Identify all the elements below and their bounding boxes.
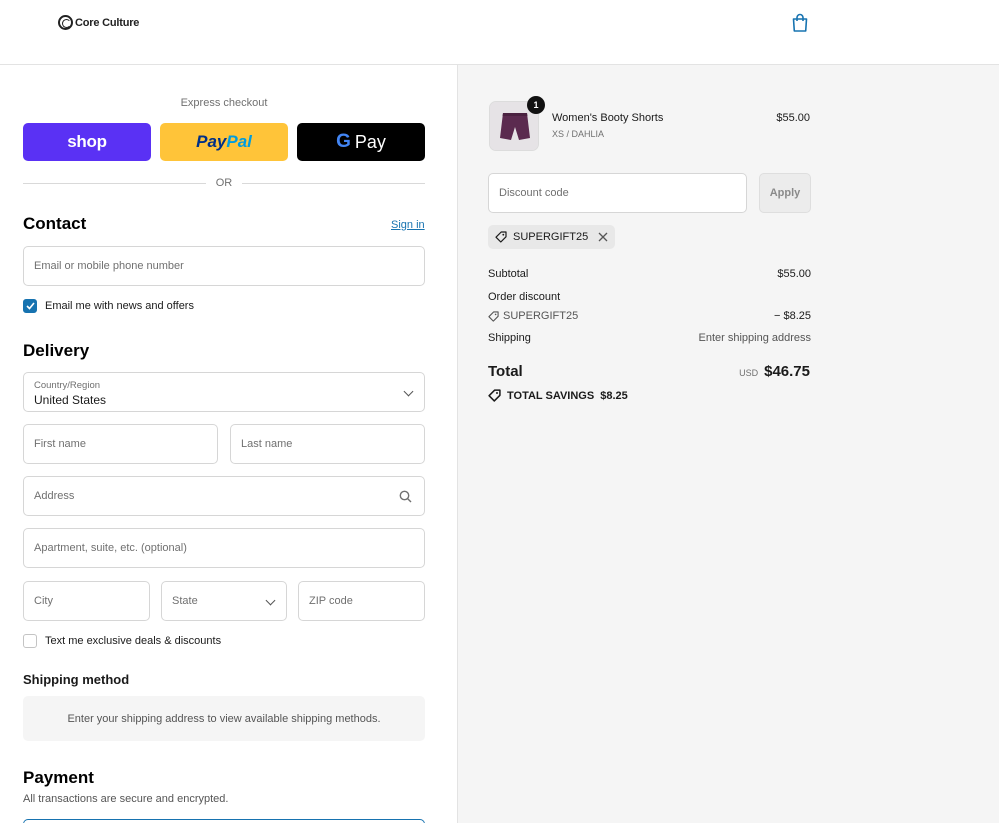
order-discount-label: Order discount — [488, 291, 561, 303]
total-currency: USD — [739, 368, 759, 378]
apartment-field[interactable]: Apartment, suite, etc. (optional) — [23, 528, 425, 568]
sms-label: Text me exclusive deals & discounts — [45, 635, 222, 647]
chevron-down-icon — [403, 386, 414, 397]
product-price: $55.00 — [776, 112, 810, 124]
email-placeholder: Email or mobile phone number — [34, 260, 184, 272]
city-placeholder: City — [34, 595, 53, 607]
state-select[interactable]: State — [161, 581, 287, 621]
google-pay-button[interactable]: G Pay — [297, 123, 425, 161]
subtotal-label: Subtotal — [488, 268, 529, 280]
country-label: Country/Region — [34, 380, 101, 391]
payment-title: Payment — [23, 768, 94, 787]
paypal-button[interactable]: Pay Pal — [160, 123, 288, 161]
or-label: OR — [215, 177, 233, 189]
paypal-label-pal: Pal — [226, 132, 252, 151]
remove-discount-icon[interactable] — [598, 232, 608, 242]
subtotal-row: Subtotal $55.00 — [488, 268, 811, 280]
discount-amount: − $8.25 — [773, 310, 811, 322]
payment-subtitle: All transactions are secure and encrypte… — [23, 793, 229, 805]
delivery-title: Delivery — [23, 341, 90, 360]
newsletter-checkbox-row[interactable]: Email me with news and offers — [23, 299, 194, 313]
savings-tag-icon — [488, 389, 501, 402]
or-divider: OR — [23, 176, 425, 190]
address-field[interactable]: Address — [23, 476, 425, 516]
shopping-bag-icon[interactable] — [791, 13, 809, 33]
shipping-method-title: Shipping method — [23, 672, 130, 687]
sms-checkbox[interactable] — [23, 634, 37, 648]
check-icon — [25, 302, 35, 310]
quantity-badge: 1 — [527, 96, 545, 114]
total-label: Total — [488, 363, 523, 380]
applied-code-label: SUPERGIFT25 — [513, 231, 589, 243]
order-summary: 1 Women's Booty Shorts XS / DAHLIA $55.0… — [457, 65, 999, 823]
last-name-field[interactable]: Last name — [230, 424, 425, 464]
address-placeholder: Address — [34, 490, 75, 502]
country-value: United States — [34, 393, 107, 407]
savings-value: $8.25 — [600, 389, 628, 402]
product-name: Women's Booty Shorts — [552, 112, 664, 124]
email-field[interactable]: Email or mobile phone number — [23, 246, 425, 286]
state-placeholder: State — [172, 595, 198, 607]
apply-label: Apply — [769, 187, 801, 199]
order-discount-row: Order discount — [488, 291, 811, 303]
google-pay-label: Pay — [354, 131, 386, 152]
logo-mark-icon — [58, 15, 73, 30]
first-name-placeholder: First name — [34, 438, 86, 450]
apply-discount-button[interactable]: Apply — [759, 173, 811, 213]
city-field[interactable]: City — [23, 581, 150, 621]
zip-placeholder: ZIP code — [309, 595, 353, 607]
payment-method-box[interactable] — [23, 819, 425, 823]
shop-pay-button[interactable]: shop — [23, 123, 151, 161]
total-savings-row: TOTAL SAVINGS $8.25 — [488, 389, 628, 402]
tag-icon — [488, 310, 499, 322]
total-amount: USD $46.75 — [739, 363, 810, 380]
applied-discount-chip: SUPERGIFT25 — [488, 225, 616, 249]
first-name-field[interactable]: First name — [23, 424, 218, 464]
express-checkout-label: Express checkout — [180, 97, 268, 109]
search-icon — [399, 490, 412, 503]
contact-title: Contact — [23, 214, 87, 233]
shipping-row: Shipping Enter shipping address — [488, 332, 811, 344]
zip-field[interactable]: ZIP code — [298, 581, 425, 621]
top-header: Core Culture — [0, 0, 999, 65]
country-select[interactable]: Country/Region United States — [23, 372, 425, 412]
paypal-label-pay: Pay — [196, 132, 227, 151]
discount-code-placeholder: Discount code — [499, 187, 569, 199]
google-g-icon: G — [336, 131, 351, 152]
sms-checkbox-row[interactable]: Text me exclusive deals & discounts — [23, 634, 221, 648]
shipping-value: Enter shipping address — [698, 332, 811, 344]
total-value: $46.75 — [764, 363, 810, 380]
sign-in-link[interactable]: Sign in — [391, 219, 425, 231]
checkout-form: Express checkout shop Pay Pal G Pay OR Co… — [0, 65, 457, 823]
tag-icon — [495, 231, 507, 243]
newsletter-label: Email me with news and offers — [45, 300, 194, 312]
savings-label: TOTAL SAVINGS — [507, 389, 595, 402]
shipping-method-notice: Enter your shipping address to view avai… — [23, 696, 425, 741]
discount-code-field[interactable]: Discount code — [488, 173, 747, 213]
newsletter-checkbox[interactable] — [23, 299, 37, 313]
discount-code-name: SUPERGIFT25 — [503, 310, 579, 322]
shipping-label: Shipping — [488, 332, 531, 344]
discount-code-row: SUPERGIFT25 − $8.25 — [488, 310, 811, 322]
last-name-placeholder: Last name — [241, 438, 293, 450]
shipping-method-message: Enter your shipping address to view avai… — [67, 712, 381, 725]
apartment-placeholder: Apartment, suite, etc. (optional) — [34, 542, 187, 554]
shop-pay-label: shop — [67, 132, 107, 151]
chevron-down-icon — [265, 595, 276, 606]
subtotal-value: $55.00 — [777, 268, 811, 280]
store-name: Core Culture — [75, 16, 140, 29]
store-logo[interactable]: Core Culture — [58, 15, 139, 30]
product-variant: XS / DAHLIA — [552, 129, 605, 139]
